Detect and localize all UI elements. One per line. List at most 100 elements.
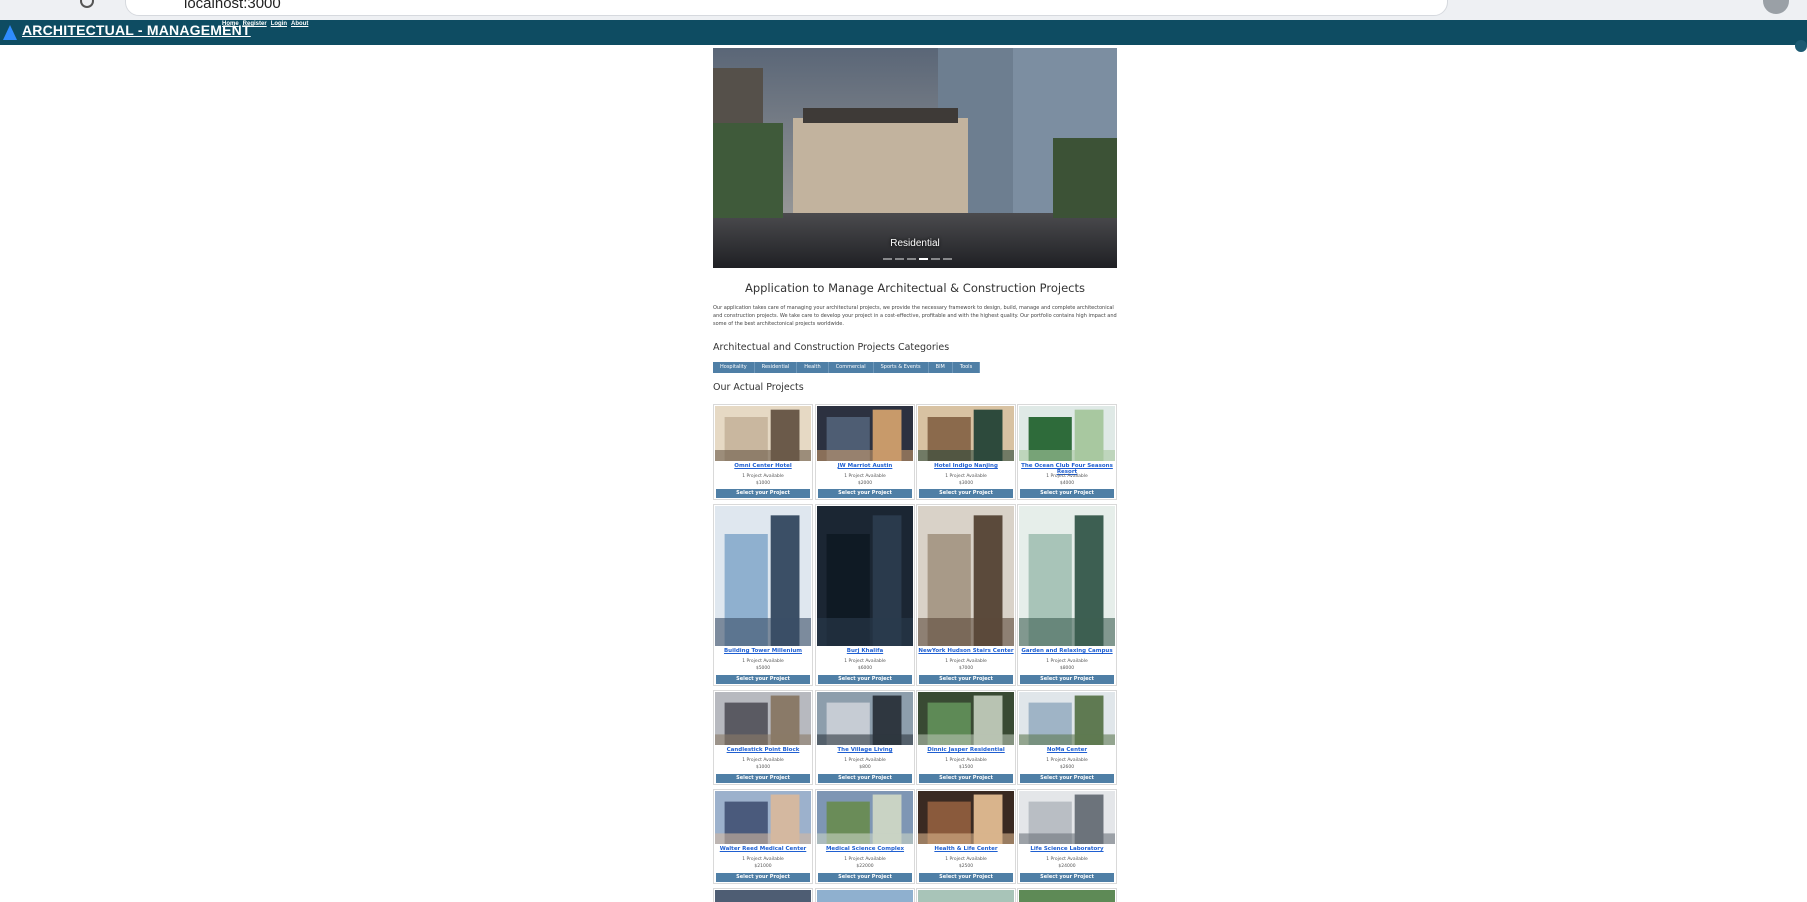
project-image[interactable] (918, 791, 1014, 844)
project-image[interactable] (918, 692, 1014, 745)
nav-link-about[interactable]: About (291, 21, 308, 27)
select-project-button[interactable]: Select your Project (716, 675, 810, 684)
project-price: $3000 (958, 481, 974, 486)
select-project-button[interactable]: Select your Project (818, 489, 912, 498)
carousel-dot-active[interactable] (919, 258, 928, 260)
select-project-button[interactable]: Select your Project (919, 489, 1013, 498)
project-card (1017, 888, 1117, 902)
main-content: Residential Application to Manage Archit… (713, 48, 1117, 902)
select-project-button[interactable]: Select your Project (716, 873, 810, 882)
address-bar[interactable]: localhost:3000 (125, 0, 1448, 16)
page-title: Application to Manage Architectual & Con… (744, 281, 1086, 295)
project-image[interactable] (918, 890, 1014, 902)
project-image[interactable] (1019, 791, 1115, 844)
project-card: Omni Center Hotel 1 Project Available $100… (713, 404, 813, 500)
project-name-link[interactable]: NewYork Hudson Stairs Center (917, 648, 1015, 654)
project-name-link[interactable]: The Village Living (816, 747, 914, 753)
project-image[interactable] (1019, 692, 1115, 745)
select-project-button[interactable]: Select your Project (1020, 873, 1114, 882)
project-card: Walter Reed Medical Center 1 Project Avai… (713, 789, 813, 884)
project-name-link[interactable]: Burj Khalifa (816, 648, 914, 654)
project-availability: 1 Project Available (945, 474, 987, 479)
select-project-button[interactable]: Select your Project (919, 774, 1013, 783)
categories-heading: Architectual and Construction Projects C… (713, 342, 950, 353)
project-image[interactable] (715, 406, 811, 461)
project-image[interactable] (1019, 890, 1115, 902)
nav-link-home[interactable]: Home (222, 21, 239, 27)
carousel-dot[interactable] (895, 258, 904, 260)
project-image[interactable] (817, 406, 913, 461)
project-image[interactable] (918, 406, 1014, 461)
project-price: $21000 (754, 864, 772, 869)
carousel-indicators (883, 258, 952, 260)
select-project-button[interactable]: Select your Project (716, 489, 810, 498)
select-project-button[interactable]: Select your Project (818, 675, 912, 684)
project-name-link[interactable]: Medical Science Complex (816, 846, 914, 852)
project-image[interactable] (817, 506, 913, 646)
select-project-button[interactable]: Select your Project (1020, 489, 1114, 498)
carousel-dot[interactable] (943, 258, 952, 260)
category-tab-hospitality[interactable]: Hospitality (713, 362, 755, 373)
project-name-link[interactable]: Walter Reed Medical Center (714, 846, 812, 852)
category-tab-health[interactable]: Health (797, 362, 829, 373)
project-name-link[interactable]: Life Science Laboratory (1018, 846, 1116, 852)
project-availability: 1 Project Available (844, 758, 886, 763)
project-name-link[interactable]: Building Tower Millenium (714, 648, 812, 654)
project-availability: 1 Project Available (742, 758, 784, 763)
select-project-button[interactable]: Select your Project (919, 675, 1013, 684)
project-price: $24000 (1058, 864, 1076, 869)
select-project-button[interactable]: Select your Project (919, 873, 1013, 882)
project-availability: 1 Project Available (945, 758, 987, 763)
project-image[interactable] (1019, 506, 1115, 646)
select-project-button[interactable]: Select your Project (818, 873, 912, 882)
select-project-button[interactable]: Select your Project (818, 774, 912, 783)
project-card: Garden and Relaxing Campus 1 Project Avai… (1017, 504, 1117, 686)
carousel-dot[interactable] (931, 258, 940, 260)
project-name-link[interactable]: Garden and Relaxing Campus (1018, 648, 1116, 654)
project-image[interactable] (715, 692, 811, 745)
project-name-link[interactable]: JW Marriot Austin (816, 463, 914, 469)
carousel-dot[interactable] (907, 258, 916, 260)
brand-link[interactable]: ARCHITECTUAL - MANAGEMENT (22, 22, 251, 38)
project-image[interactable] (918, 506, 1014, 646)
project-image[interactable] (715, 506, 811, 646)
project-name-link[interactable]: Hotel Indigo Nanjing (917, 463, 1015, 469)
category-tab-residential[interactable]: Residential (755, 362, 798, 373)
hero-carousel[interactable]: Residential (713, 48, 1117, 268)
project-card: NoMa Center 1 Project Available $2600 Selec… (1017, 690, 1117, 785)
cart-icon[interactable] (1795, 40, 1807, 52)
profile-avatar[interactable] (1763, 0, 1789, 14)
project-image[interactable] (715, 791, 811, 844)
project-name-link[interactable]: Candlestick Point Block (714, 747, 812, 753)
project-image[interactable] (1019, 406, 1115, 461)
category-tab-bim[interactable]: BIM (929, 362, 953, 373)
carousel-dot[interactable] (883, 258, 892, 260)
project-availability: 1 Project Available (742, 857, 784, 862)
hero-caption: Residential (890, 238, 940, 249)
project-name-link[interactable]: Omni Center Hotel (714, 463, 812, 469)
project-image[interactable] (817, 890, 913, 902)
project-image[interactable] (715, 890, 811, 902)
project-card (916, 888, 1016, 902)
reload-icon[interactable] (80, 0, 94, 8)
nav-link-login[interactable]: Login (271, 21, 287, 27)
project-name-link[interactable]: NoMa Center (1018, 747, 1116, 753)
address-bar-url[interactable]: localhost:3000 (184, 0, 281, 12)
project-name-link[interactable]: Dinnic Jasper Residential (917, 747, 1015, 753)
select-project-button[interactable]: Select your Project (1020, 774, 1114, 783)
project-name-link[interactable]: Health & Life Center (917, 846, 1015, 852)
project-card: Burj Khalifa 1 Project Available $6000 Sele… (815, 504, 915, 686)
browser-toolbar: localhost:3000 (0, 0, 1807, 20)
page-description: Our application takes care of managing y… (713, 305, 1117, 327)
select-project-button[interactable]: Select your Project (716, 774, 810, 783)
project-image[interactable] (817, 791, 913, 844)
project-card: Health & Life Center 1 Project Available $… (916, 789, 1016, 884)
category-tab-sports-events[interactable]: Sports & Events (874, 362, 929, 373)
category-tab-commercial[interactable]: Commercial (829, 362, 874, 373)
category-tab-tools[interactable]: Tools (953, 362, 981, 373)
category-tabs: Hospitality Residential Health Commercia… (713, 362, 981, 373)
select-project-button[interactable]: Select your Project (1020, 675, 1114, 684)
project-availability: 1 Project Available (844, 857, 886, 862)
project-image[interactable] (817, 692, 913, 745)
nav-link-register[interactable]: Register (243, 21, 267, 27)
